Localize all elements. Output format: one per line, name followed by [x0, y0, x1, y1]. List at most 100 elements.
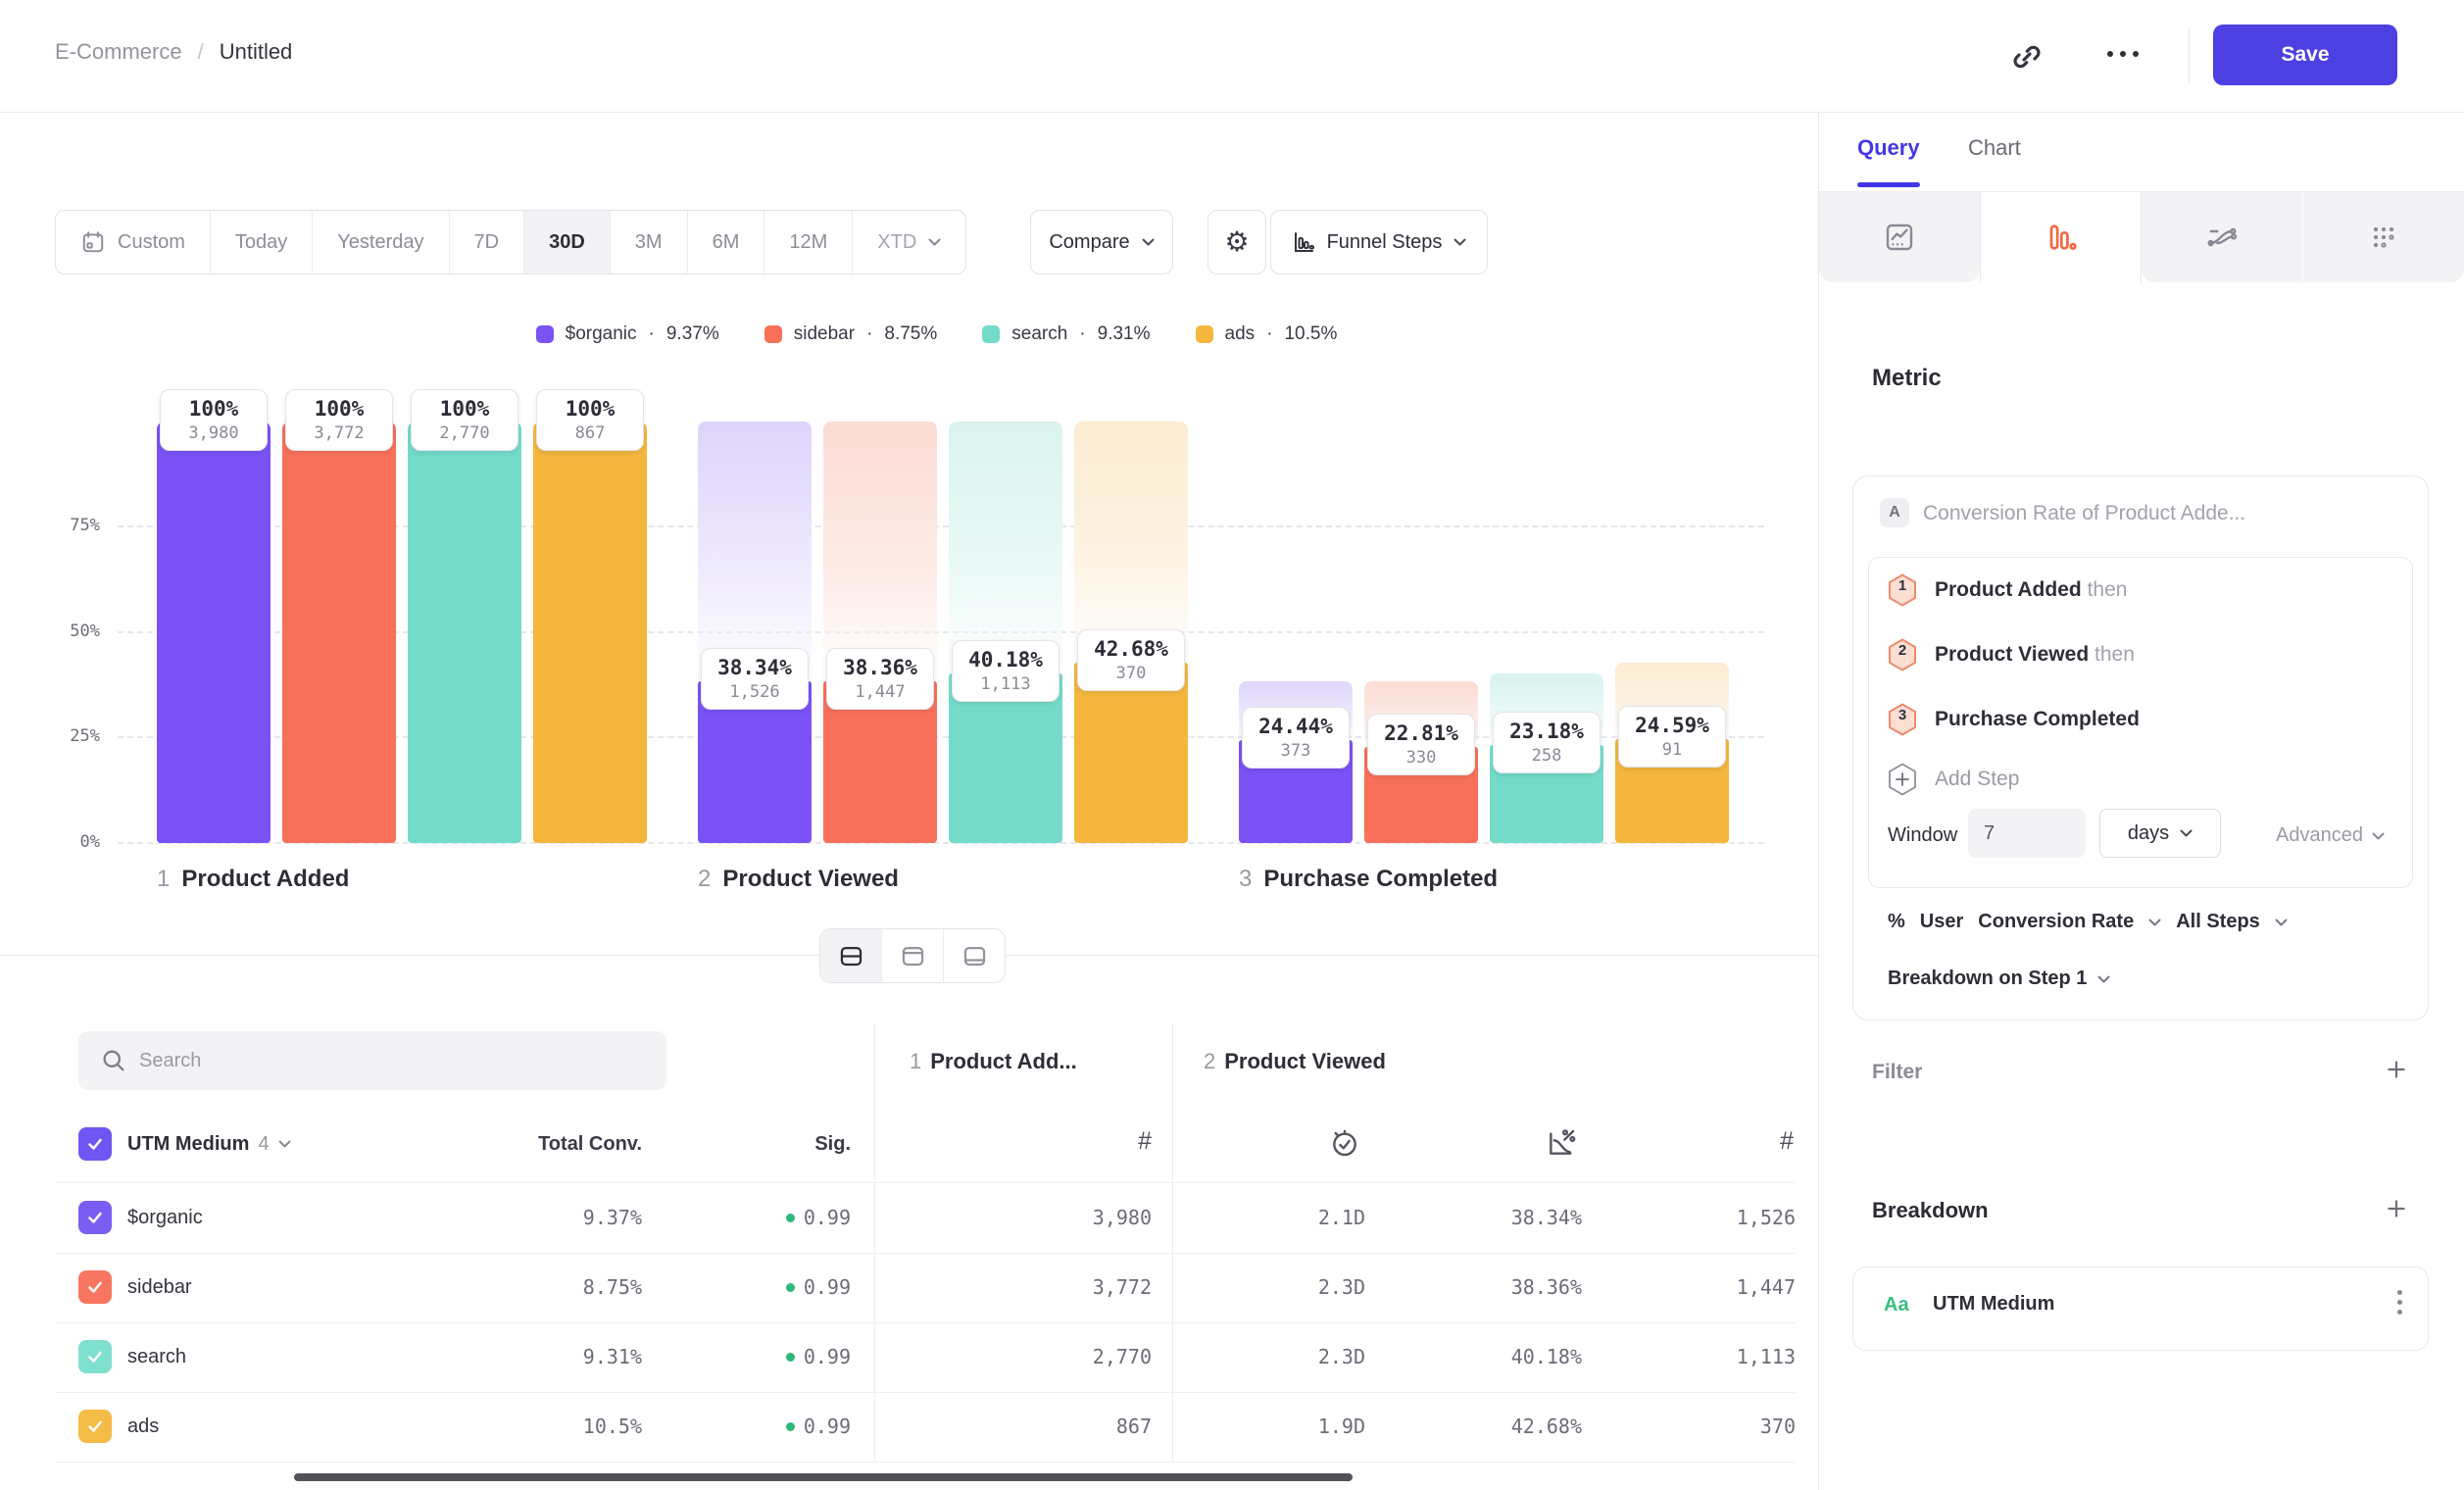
compare-button[interactable]: Compare [1030, 210, 1173, 274]
tab-insights[interactable] [1819, 192, 1980, 282]
hash-icon[interactable]: # [1764, 1127, 1794, 1156]
chart-legend: $organic·9.37% sidebar·8.75% search·9.31… [55, 323, 1818, 345]
horizontal-scrollbar[interactable] [294, 1473, 1353, 1481]
breakdown-on-step-select[interactable]: Breakdown on Step 1 [1888, 968, 2110, 990]
chevron-down-icon [1142, 238, 1155, 246]
add-breakdown-plus-icon[interactable] [2384, 1196, 2409, 1221]
percent-icon: % [1888, 911, 1905, 933]
breakdown-section-title: Breakdown [1872, 1198, 1989, 1223]
add-filter-plus-icon[interactable] [2384, 1057, 2409, 1082]
row-checkbox[interactable] [78, 1270, 112, 1304]
metric-title[interactable]: Conversion Rate of Product Adde... [1923, 502, 2245, 525]
step-2-badge: 2 [1888, 638, 1917, 671]
funnel-bar[interactable] [282, 422, 396, 843]
measure-scope-select[interactable]: All Steps [2176, 911, 2260, 933]
bar-value-label: 100%2,770 [411, 389, 518, 451]
range-6m[interactable]: 6M [688, 211, 765, 273]
advanced-toggle[interactable]: Advanced [2276, 824, 2385, 847]
funnel-step-row[interactable]: Product Viewed then [1935, 643, 2135, 667]
step-1-badge: 1 [1888, 573, 1917, 607]
legend-item[interactable]: ads·10.5% [1196, 323, 1338, 345]
tab-chart[interactable]: Chart [1968, 135, 2021, 161]
insights-icon [1884, 222, 1915, 253]
tab-query[interactable]: Query [1857, 135, 1920, 161]
total-conv-header[interactable]: Total Conv. [446, 1133, 642, 1156]
window-label: Window [1888, 824, 1957, 847]
chart-type-button[interactable]: Funnel Steps [1270, 210, 1488, 274]
funnel-bar[interactable] [408, 422, 521, 843]
measure-metric-select[interactable]: Conversion Rate [1978, 911, 2134, 933]
check-icon [85, 1347, 105, 1366]
avg-time-icon[interactable] [1329, 1127, 1360, 1159]
range-yesterday[interactable]: Yesterday [313, 211, 449, 273]
y-axis-tick: 75% [39, 516, 100, 535]
legend-item[interactable]: sidebar·8.75% [764, 323, 938, 345]
add-step-button[interactable]: Add Step [1935, 768, 2019, 791]
window-unit-select[interactable]: days [2099, 809, 2221, 858]
table-row[interactable]: sidebar 8.75% 0.99 3,772 2.3D 38.36% 1,4… [0, 1253, 1818, 1322]
range-3m[interactable]: 3M [611, 211, 688, 273]
filter-section-title: Filter [1872, 1061, 1922, 1084]
layout-toggle [819, 928, 1006, 983]
more-options-icon[interactable] [2107, 51, 2139, 57]
sig-dot [786, 1214, 795, 1222]
tab-retention[interactable] [2303, 192, 2464, 282]
legend-item[interactable]: $organic·9.37% [536, 323, 719, 345]
row-label: search [127, 1322, 186, 1392]
chevron-down-icon [928, 238, 941, 246]
add-step-hexagon-plus-icon[interactable] [1888, 763, 1917, 796]
check-icon [85, 1416, 105, 1436]
y-axis-tick: 25% [39, 726, 100, 746]
counting-method[interactable]: User [1920, 911, 1963, 933]
range-xtd[interactable]: XTD [853, 211, 965, 273]
range-7d[interactable]: 7D [450, 211, 525, 273]
search-input[interactable] [78, 1031, 666, 1090]
chevron-down-icon [2372, 832, 2385, 840]
split-view-button[interactable] [820, 929, 882, 982]
breadcrumb-section[interactable]: E-Commerce [55, 39, 182, 65]
gear-icon: ⚙ [1224, 228, 1249, 256]
funnel-ghost-bar [949, 422, 1062, 673]
link-icon[interactable] [2009, 39, 2045, 74]
window-value-input[interactable] [1968, 809, 2086, 858]
funnel-bar[interactable] [157, 422, 271, 843]
report-title[interactable]: Untitled [220, 39, 293, 65]
table-row[interactable]: $organic 9.37% 0.99 3,980 2.1D 38.34% 1,… [0, 1183, 1818, 1253]
retention-icon [2368, 222, 2399, 253]
save-button[interactable]: Save [2213, 25, 2397, 85]
funnel-bar[interactable] [533, 422, 647, 843]
range-30d-selected[interactable]: 30D [524, 211, 611, 273]
breakdown-property[interactable]: UTM Medium [1933, 1293, 2054, 1316]
step-label-1[interactable]: 1Product Added [157, 866, 349, 893]
funnel-step-row[interactable]: Product Added then [1935, 578, 2127, 602]
table-view-button[interactable] [944, 929, 1005, 982]
tab-funnels-active[interactable] [1980, 192, 2142, 282]
range-today[interactable]: Today [211, 211, 313, 273]
kebab-menu-icon[interactable] [2397, 1290, 2402, 1315]
row-checkbox[interactable] [78, 1340, 112, 1373]
group-column-header[interactable]: UTM Medium 4 [127, 1127, 291, 1161]
bar-value-label: 100%3,772 [285, 389, 393, 451]
sig-header[interactable]: Sig. [704, 1133, 851, 1156]
funnel-step-row[interactable]: Purchase Completed [1935, 708, 2140, 731]
tab-flows[interactable] [2142, 192, 2302, 282]
table-row[interactable]: ads 10.5% 0.99 867 1.9D 42.68% 370 [0, 1392, 1818, 1462]
table-row[interactable]: search 9.31% 0.99 2,770 2.3D 40.18% 1,11… [0, 1322, 1818, 1392]
range-12m[interactable]: 12M [764, 211, 853, 273]
select-all-checkbox[interactable] [78, 1127, 112, 1161]
row-checkbox[interactable] [78, 1410, 112, 1443]
step-3-badge: 3 [1888, 703, 1917, 736]
bar-value-label: 38.34%1,526 [701, 648, 809, 710]
chevron-down-icon [2148, 919, 2161, 926]
range-custom[interactable]: Custom [56, 211, 211, 273]
step-label-3[interactable]: 3Purchase Completed [1239, 866, 1498, 893]
metric-section-title: Metric [1872, 365, 1942, 392]
conversion-rate-icon[interactable] [1546, 1127, 1577, 1159]
row-checkbox[interactable] [78, 1201, 112, 1234]
chart-settings-button[interactable]: ⚙ [1207, 210, 1266, 274]
legend-item[interactable]: search·9.31% [982, 323, 1150, 345]
hash-icon[interactable]: # [1122, 1127, 1152, 1156]
funnel-ghost-bar [698, 422, 812, 681]
chart-view-button[interactable] [882, 929, 944, 982]
step-label-2[interactable]: 2Product Viewed [698, 866, 899, 893]
